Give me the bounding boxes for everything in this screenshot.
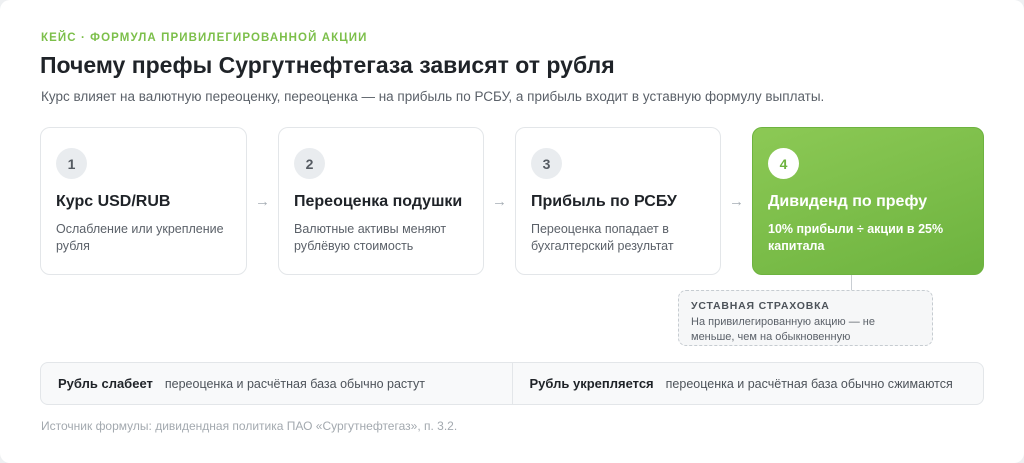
step-description: Переоценка попадает в бухгалтерский резу… (531, 222, 674, 253)
note-connector-line (851, 275, 852, 290)
step-title: Дивиденд по префу (768, 193, 928, 210)
charter-guarantee-note: УСТАВНАЯ СТРАХОВКА На привилегированную … (678, 290, 933, 346)
step-card-profit: 3 Прибыль по РСБУ Переоценка попадает в … (515, 127, 721, 275)
scenario-label: Рубль слабеет (58, 376, 153, 391)
step-title: Переоценка подушки (294, 193, 463, 210)
step-number-badge: 3 (531, 148, 562, 179)
step-card-exchange-rate: 1 Курс USD/RUB Ослабление или укрепление… (40, 127, 247, 275)
step-number-badge: 1 (56, 148, 87, 179)
case-card: КЕЙС · ФОРМУЛА ПРИВИЛЕГИРОВАННОЙ АКЦИИ П… (0, 0, 1024, 463)
step-description: Валютные активы меняют рублёвую стоимост… (294, 222, 447, 253)
scenario-text: переоценка и расчётная база обычно сжима… (665, 376, 953, 391)
step-number-badge: 4 (768, 148, 799, 179)
source-footnote: Источник формулы: дивидендная политика П… (41, 419, 458, 433)
step-description: Ослабление или укрепление рубля (56, 222, 224, 253)
arrow-right-icon: → (729, 193, 744, 210)
case-kicker: КЕЙС · ФОРМУЛА ПРИВИЛЕГИРОВАННОЙ АКЦИИ (41, 32, 368, 44)
arrow-right-icon: → (492, 193, 507, 210)
step-description: 10% прибыли ÷ акции в 25% капитала (768, 222, 944, 253)
scenario-label: Рубль укрепляется (529, 376, 654, 391)
page-subtitle: Курс влияет на валютную переоценку, пере… (41, 89, 825, 104)
step-title: Прибыль по РСБУ (531, 193, 677, 210)
arrow-right-icon: → (255, 193, 270, 210)
note-text: На привилегированную акцию — не меньше, … (691, 316, 875, 343)
step-number-badge: 2 (294, 148, 325, 179)
note-title: УСТАВНАЯ СТРАХОВКА (691, 300, 830, 312)
step-title: Курс USD/RUB (56, 193, 171, 210)
step-card-revaluation: 2 Переоценка подушки Валютные активы мен… (278, 127, 484, 275)
step-card-dividend: 4 Дивиденд по префу 10% прибыли ÷ акции … (752, 127, 984, 275)
scenario-text: переоценка и расчётная база обычно расту… (164, 376, 426, 391)
scenario-ruble-weakens: Рубль слабеет переоценка и расчётная баз… (41, 363, 512, 404)
page-title: Почему префы Сургутнефтегаза зависят от … (40, 52, 615, 78)
ruble-scenarios-bar: Рубль слабеет переоценка и расчётная баз… (40, 362, 984, 405)
scenario-ruble-strengthens: Рубль укрепляется переоценка и расчётная… (511, 363, 984, 404)
